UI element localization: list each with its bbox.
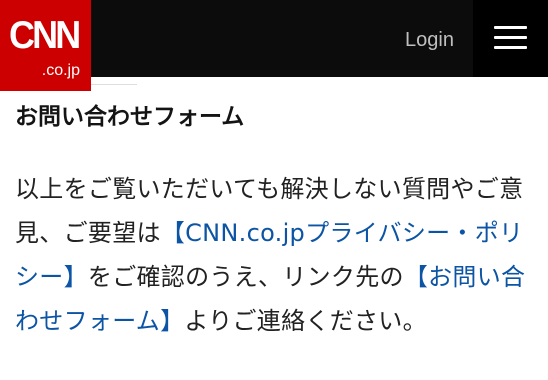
page-title: お問い合わせフォーム xyxy=(15,104,245,130)
site-header: CNN .co.jp Login xyxy=(0,0,548,91)
divider xyxy=(91,84,137,85)
body-text-2: をご確認のうえ、リンク先の xyxy=(87,263,404,291)
logo-wordmark: CNN xyxy=(9,14,81,57)
body-text-3: よりご連絡ください。 xyxy=(184,307,427,335)
cnn-logo[interactable]: CNN .co.jp xyxy=(0,0,91,91)
logo-domain: .co.jp xyxy=(41,62,80,79)
body-paragraph: 以上をご覧いただいても解決しない質問やご意見、ご要望は【CNN.co.jpプライ… xyxy=(15,167,535,343)
menu-button[interactable] xyxy=(473,0,548,77)
login-link[interactable]: Login xyxy=(405,28,454,52)
